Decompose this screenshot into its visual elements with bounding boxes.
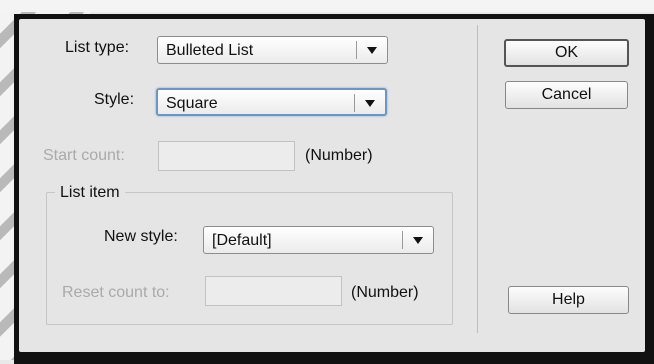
- reset-count-field[interactable]: [205, 276, 342, 306]
- list-properties-dialog: List type: Bulleted List Style: Square S…: [19, 19, 645, 352]
- cancel-button[interactable]: Cancel: [505, 81, 628, 109]
- background-top: [0, 0, 654, 12]
- style-value: Square: [166, 95, 218, 112]
- chevron-down-icon: [365, 100, 375, 107]
- new-style-value: [Default]: [212, 232, 272, 249]
- select-separator: [356, 41, 357, 59]
- vertical-divider: [477, 25, 478, 333]
- style-label: Style:: [94, 91, 135, 108]
- new-style-label: New style:: [104, 228, 178, 245]
- reset-count-label: Reset count to:: [62, 284, 170, 301]
- ok-button[interactable]: OK: [504, 39, 629, 67]
- select-separator: [402, 231, 403, 249]
- start-count-label: Start count:: [43, 147, 125, 164]
- list-type-select[interactable]: Bulleted List: [157, 36, 388, 64]
- chevron-down-icon: [367, 47, 377, 54]
- help-button[interactable]: Help: [508, 286, 629, 314]
- list-type-value: Bulleted List: [166, 42, 254, 59]
- start-count-hint: (Number): [305, 147, 373, 164]
- start-count-field[interactable]: [158, 141, 295, 171]
- list-type-label: List type:: [65, 39, 130, 56]
- new-style-select[interactable]: [Default]: [203, 226, 434, 254]
- list-item-group-title: List item: [55, 184, 125, 202]
- style-select[interactable]: Square: [156, 88, 387, 116]
- reset-count-hint: (Number): [351, 284, 419, 301]
- select-separator: [354, 94, 355, 112]
- chevron-down-icon: [413, 237, 423, 244]
